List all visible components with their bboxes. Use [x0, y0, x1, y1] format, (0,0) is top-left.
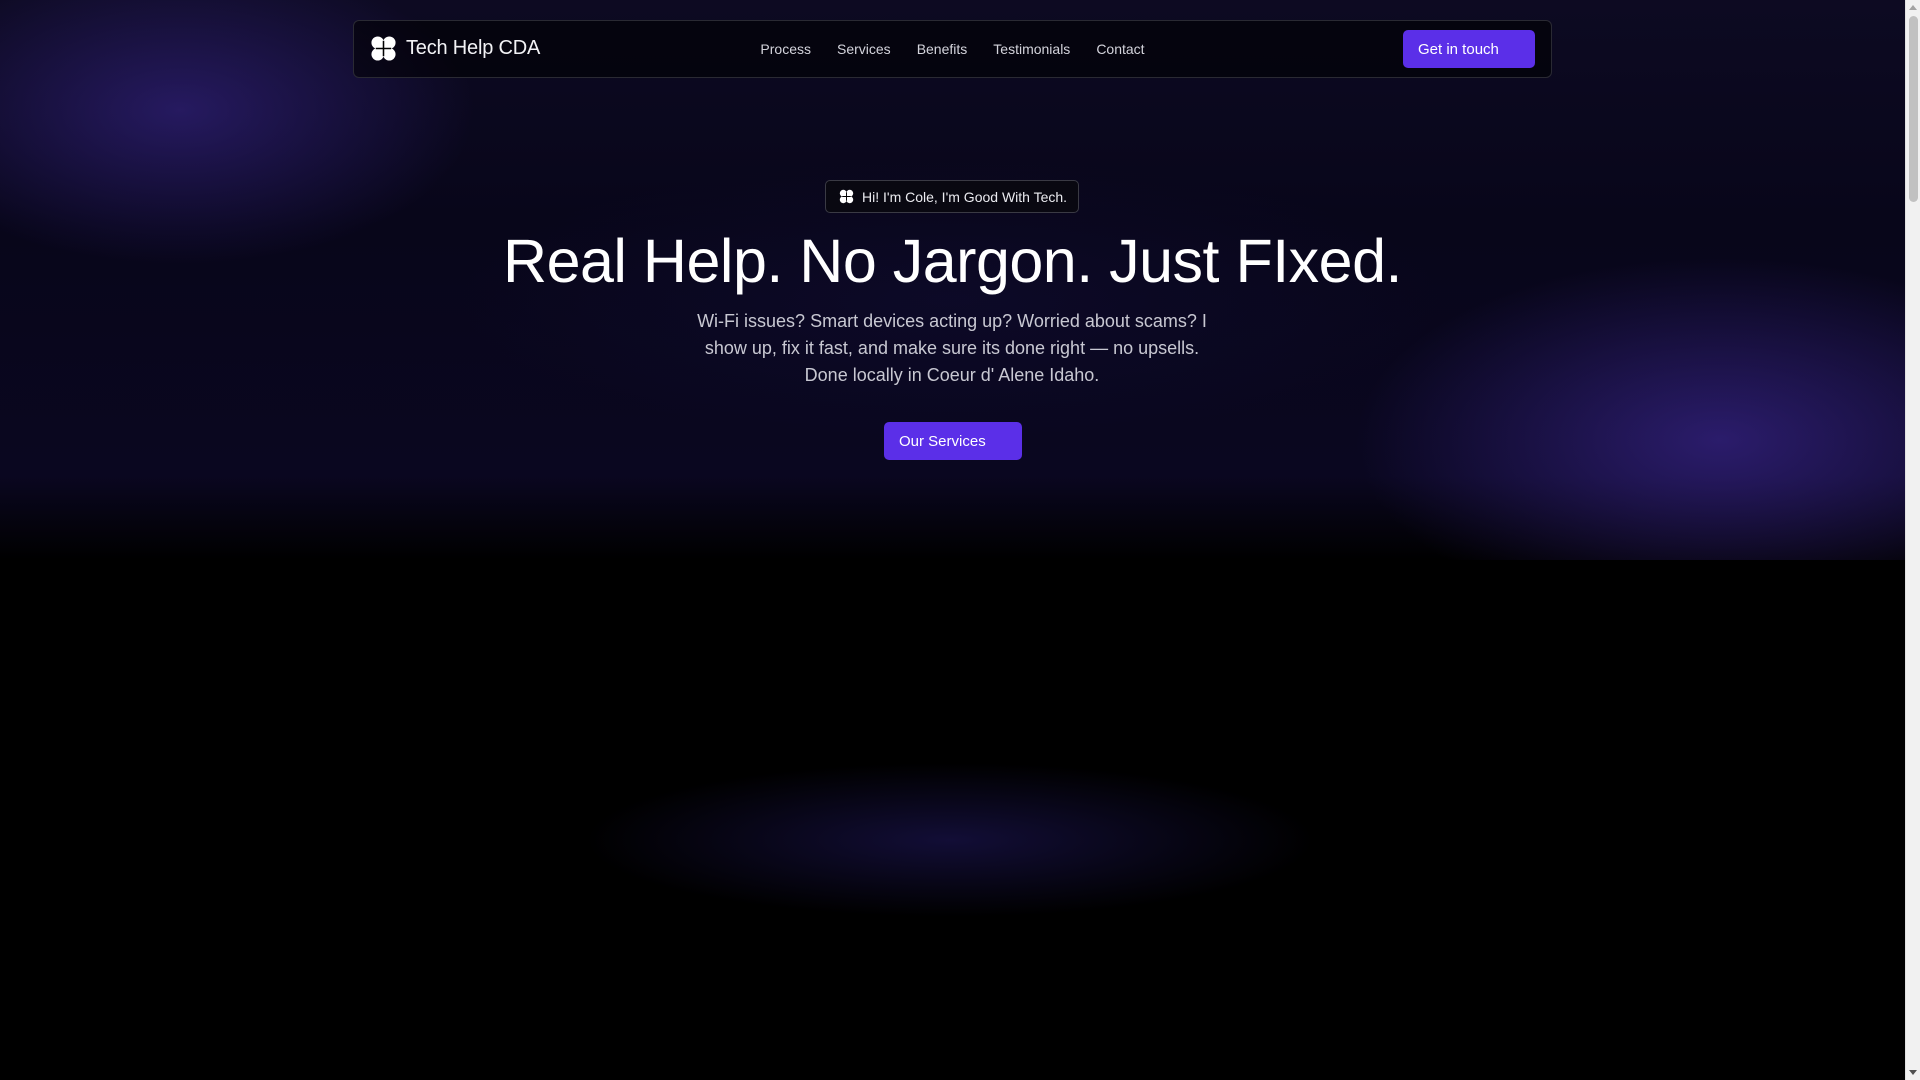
nav-link-contact[interactable]: Contact [1096, 41, 1144, 57]
hero-headline: Real Help. No Jargon. Just FIxed. [503, 227, 1402, 295]
hero-subtext: Wi-Fi issues? Smart devices acting up? W… [697, 311, 1207, 385]
get-in-touch-button[interactable]: Get in touch [1403, 30, 1535, 68]
nav-link-process[interactable]: Process [760, 41, 811, 57]
intro-badge-text: Hi! I'm Cole, I'm Good With Tech. [862, 188, 1068, 205]
scroll-up-arrow-icon[interactable] [1909, 5, 1917, 10]
scrollbar-thumb[interactable] [1909, 16, 1918, 202]
background-glow-bottom [420, 740, 1480, 980]
intro-badge: Hi! I'm Cole, I'm Good With Tech. [825, 180, 1079, 213]
clover-badge-icon [839, 189, 854, 204]
brand-home-link[interactable]: Tech Help CDA [370, 35, 540, 62]
our-services-button[interactable]: Our Services [884, 422, 1022, 460]
brand-name: Tech Help CDA [406, 37, 541, 59]
vertical-scrollbar[interactable] [1905, 0, 1920, 1080]
page-viewport: Tech Help CDA Process Services Benefits … [0, 0, 1905, 1080]
scroll-down-arrow-icon[interactable] [1909, 1070, 1917, 1075]
top-navigation-bar: Tech Help CDA Process Services Benefits … [353, 20, 1552, 78]
nav-link-services[interactable]: Services [837, 41, 891, 57]
clover-logo-icon [371, 36, 396, 61]
nav-link-benefits[interactable]: Benefits [917, 41, 968, 57]
nav-link-testimonials[interactable]: Testimonials [993, 41, 1070, 57]
